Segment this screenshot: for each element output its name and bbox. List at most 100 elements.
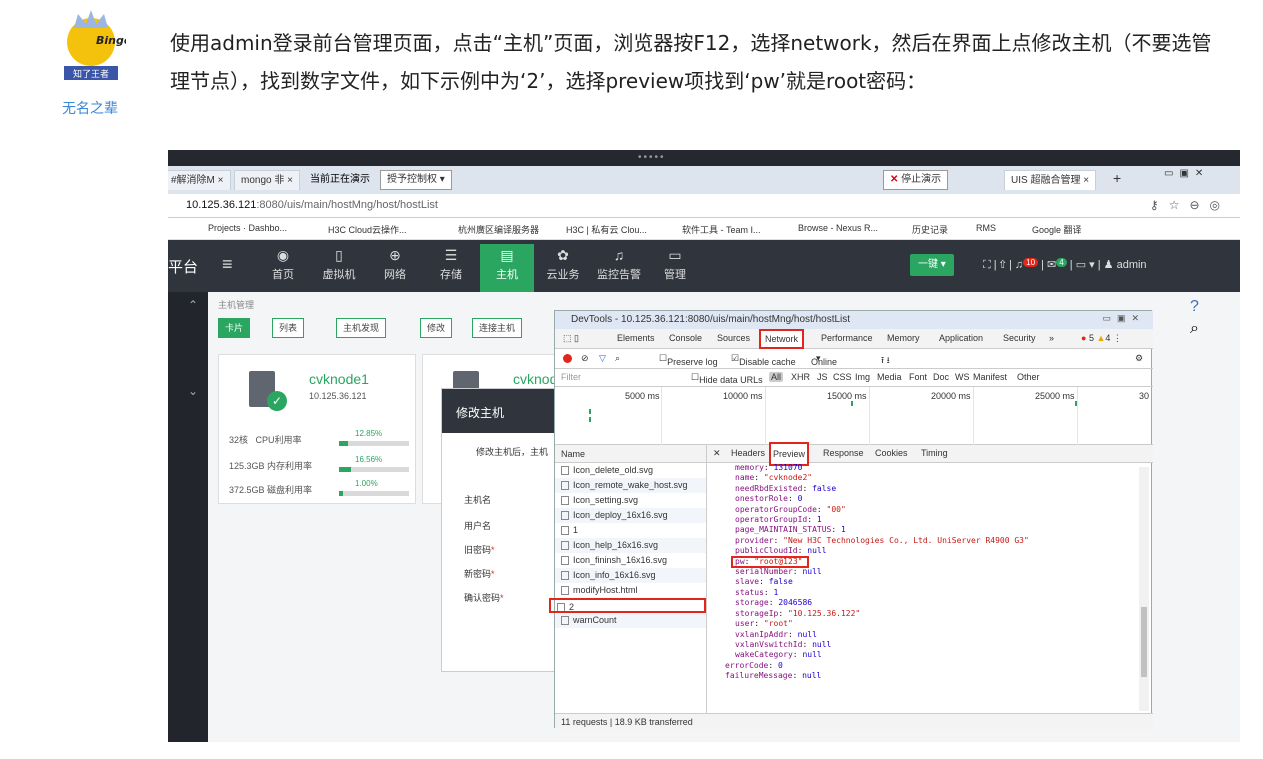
browser-tab[interactable]: mongo 非 × — [234, 170, 300, 190]
chevron-up-icon[interactable]: ⌃ — [188, 298, 198, 312]
dt-tab-network[interactable]: Network — [759, 329, 805, 349]
filter-css[interactable]: CSS — [833, 372, 852, 382]
dt-tab-application[interactable]: Application — [939, 333, 983, 343]
one-key-button[interactable]: 一键 ▾ — [910, 254, 954, 276]
bookmark[interactable]: 历史记录 — [912, 223, 948, 236]
dt-tab-elements[interactable]: Elements — [617, 333, 655, 343]
network-timeline[interactable]: 5000 ms 10000 ms 15000 ms 20000 ms 25000… — [555, 387, 1153, 445]
detail-tab-response[interactable]: Response — [823, 448, 864, 458]
disable-cache-checkbox[interactable]: ☑ Disable cache — [731, 353, 796, 367]
host-card[interactable]: ✓ cvknode1 10.125.36.121 32核 CPU利用率 12.8… — [218, 354, 416, 504]
bookmark[interactable]: 杭州廣区编译服务器 — [458, 223, 539, 236]
search-icon[interactable]: ⌕ — [615, 353, 620, 364]
user-icon[interactable]: ♟ — [1104, 259, 1114, 271]
filter-all[interactable]: All — [769, 372, 784, 382]
fullscreen-icon[interactable]: ⛶ — [983, 259, 991, 271]
filter-img[interactable]: Img — [855, 372, 870, 382]
bookmark[interactable]: H3C Cloud云操作... — [328, 223, 407, 236]
request-row[interactable]: Icon_info_16x16.svg — [555, 568, 706, 583]
dt-tab-more[interactable]: » — [1049, 333, 1054, 343]
filter-doc[interactable]: Doc — [933, 372, 949, 382]
request-row[interactable]: modifyHost.html — [555, 583, 706, 598]
user-name[interactable]: admin — [1117, 259, 1147, 271]
modify-button[interactable]: 修改 — [420, 318, 453, 338]
import-export-icon[interactable]: ⭱ ⭳ — [881, 353, 890, 369]
nav-admin[interactable]: ▭ 管理 — [648, 244, 702, 292]
bookmark[interactable]: Browse - Nexus R... — [798, 223, 878, 233]
detail-tab-cookies[interactable]: Cookies — [875, 448, 908, 458]
filter-input[interactable]: Filter — [561, 372, 581, 382]
search-icon[interactable]: ⌕ — [1190, 320, 1199, 338]
dt-tab-memory[interactable]: Memory — [887, 333, 920, 343]
bookmark[interactable]: Google 翻译 — [1032, 223, 1082, 236]
browser-tab[interactable]: #解消除M × — [168, 170, 231, 190]
help-icon[interactable]: ? — [1190, 298, 1199, 316]
request-row[interactable]: Icon_setting.svg — [555, 493, 706, 508]
author-avatar[interactable]: Bingo 知了王者 — [56, 4, 126, 86]
filter-manifest[interactable]: Manifest — [973, 372, 1007, 382]
address-bar[interactable]: 10.125.36.121:8080/uis/main/hostMng/host… — [168, 194, 1240, 218]
request-row[interactable]: Icon_remote_wake_host.svg — [555, 478, 706, 493]
detail-tab-timing[interactable]: Timing — [921, 448, 948, 458]
request-row[interactable]: Icon_fininsh_16x16.svg — [555, 553, 706, 568]
dt-tab-console[interactable]: Console — [669, 333, 702, 343]
screen-icon[interactable]: ▭ ▾ — [1076, 259, 1095, 271]
filter-other[interactable]: Other — [1017, 372, 1040, 382]
nav-home[interactable]: ◉ 首页 — [256, 244, 310, 292]
hide-data-urls-checkbox[interactable]: ☐ Hide data URLs — [691, 372, 763, 385]
request-row-selected[interactable]: 2 — [549, 598, 706, 613]
filter-font[interactable]: Font — [909, 372, 927, 382]
request-row[interactable]: Icon_delete_old.svg — [555, 463, 706, 478]
nav-storage[interactable]: ☰ 存储 — [424, 244, 478, 292]
nav-monitor[interactable]: ♫ 监控告警 — [592, 244, 646, 292]
clear-icon[interactable]: ⊘ — [581, 353, 589, 364]
give-control-button[interactable]: 授予控制权 ▾ — [380, 170, 452, 190]
nav-host[interactable]: ▤ 主机 — [480, 244, 534, 292]
url-text[interactable]: 10.125.36.121:8080/uis/main/hostMng/host… — [186, 199, 438, 211]
stop-present-button[interactable]: ✕ 停止演示 — [883, 170, 949, 190]
nav-network[interactable]: ⊕ 网络 — [368, 244, 422, 292]
new-tab-icon[interactable]: + — [1113, 170, 1121, 186]
request-row[interactable]: Icon_help_16x16.svg — [555, 538, 706, 553]
nav-vm[interactable]: ▯ 虚拟机 — [312, 244, 366, 292]
author-name[interactable]: 无名之辈 — [40, 98, 140, 118]
close-icon[interactable]: ✕ — [713, 448, 721, 459]
mail-icon[interactable]: ✉ — [1047, 259, 1056, 271]
name-column-header[interactable]: Name — [555, 445, 706, 463]
browser-tab-active[interactable]: UIS 超融合管理 × — [1004, 170, 1097, 190]
inspect-icon[interactable]: ⬚ ▯ — [563, 333, 579, 344]
bookmark[interactable]: H3C | 私有云 Clou... — [566, 223, 647, 236]
filter-icon[interactable]: ▽ — [599, 353, 606, 364]
filter-xhr[interactable]: XHR — [791, 372, 810, 382]
dt-tab-security[interactable]: Security — [1003, 333, 1036, 343]
alert-icon[interactable]: ♫ — [1015, 259, 1023, 271]
preview-scrollbar[interactable] — [1139, 467, 1149, 711]
bookmark[interactable]: 软件工具 - Team I... — [682, 223, 761, 236]
dt-tab-sources[interactable]: Sources — [717, 333, 750, 343]
host-discovery-button[interactable]: 主机发现 — [336, 318, 387, 338]
browser-action-icons[interactable]: ⚷☆⊖◎ — [1150, 198, 1230, 212]
preserve-log-checkbox[interactable]: ☐ Preserve log — [659, 353, 718, 367]
card-view-button[interactable]: 卡片 — [218, 318, 251, 338]
record-icon[interactable] — [563, 354, 572, 363]
nav-cloud[interactable]: ✿ 云业务 — [536, 244, 590, 292]
error-warning-counts[interactable]: ● 5 ▲4 ⋮ — [1081, 333, 1122, 344]
bookmark[interactable]: Projects · Dashbo... — [208, 223, 287, 233]
request-row[interactable]: 1 — [555, 523, 706, 538]
dt-tab-performance[interactable]: Performance — [821, 333, 873, 343]
list-view-button[interactable]: 列表 — [272, 318, 305, 338]
filter-ws[interactable]: WS — [955, 372, 970, 382]
throttle-select[interactable]: Online ▾ — [811, 353, 837, 367]
request-row[interactable]: Icon_deploy_16x16.svg — [555, 508, 706, 523]
settings-icon[interactable]: ⚙ — [1135, 353, 1143, 364]
detail-tab-headers[interactable]: Headers — [731, 448, 765, 458]
menu-icon[interactable]: ≡ — [222, 254, 233, 275]
window-controls-icon[interactable]: ▭▣✕ — [1164, 168, 1209, 179]
bookmark[interactable]: RMS — [976, 223, 996, 233]
connect-host-button[interactable]: 连接主机 — [472, 318, 523, 338]
request-row[interactable]: warnCount — [555, 613, 706, 628]
devtools-window-controls[interactable]: ▭▣✕ — [1102, 313, 1145, 324]
upload-icon[interactable]: ⇧ — [1000, 259, 1006, 271]
chevron-down-icon[interactable]: ⌄ — [188, 384, 198, 398]
filter-media[interactable]: Media — [877, 372, 902, 382]
